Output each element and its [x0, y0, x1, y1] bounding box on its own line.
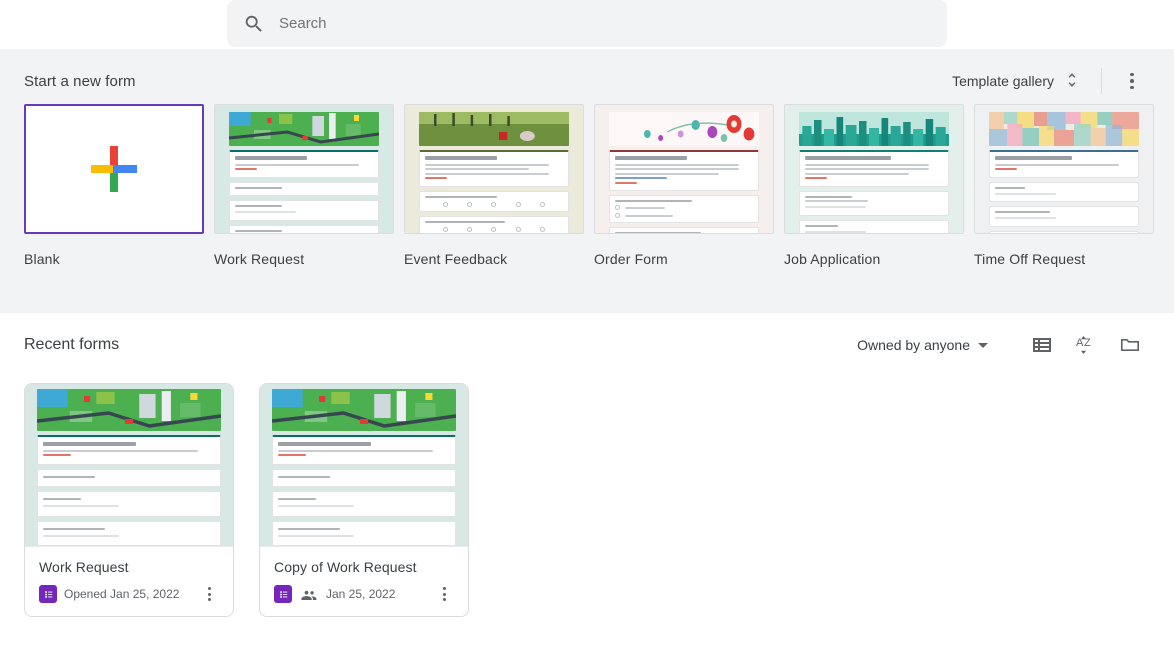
search-icon: [243, 13, 265, 35]
owner-filter-dropdown[interactable]: Owned by anyone: [849, 330, 996, 360]
template-card-job-application[interactable]: Job Application: [784, 104, 964, 267]
recent-forms-region: Recent forms Owned by anyone A Z Work Re…: [0, 313, 1174, 617]
template-card-work-request[interactable]: Work Request: [214, 104, 394, 267]
form-date: Opened Jan 25, 2022: [64, 587, 180, 601]
list-view-icon[interactable]: [1022, 325, 1062, 365]
shared-people-icon: [299, 585, 319, 604]
form-date: Jan 25, 2022: [326, 587, 396, 601]
search-bar[interactable]: [227, 0, 947, 47]
header-divider: [1101, 68, 1102, 94]
city-map-illustration-icon: [37, 389, 221, 431]
form-meta: Jan 25, 2022: [274, 582, 456, 606]
template-card-event-feedback[interactable]: Event Feedback: [404, 104, 584, 267]
city-map-illustration-icon: [272, 389, 456, 431]
form-thumbnail: [25, 384, 233, 546]
template-list: Blank Work Request Event Feedback Order …: [24, 104, 1154, 267]
thumb-title-line: [278, 442, 371, 446]
preview-title-line: [995, 156, 1073, 160]
recent-form-card[interactable]: Work Request Opened Jan 25, 2022: [24, 383, 234, 617]
forms-file-icon: [274, 585, 292, 603]
forms-file-icon: [39, 585, 57, 603]
city-skyline-illustration-icon: [799, 112, 949, 146]
preview-title-line: [235, 156, 307, 160]
form-meta: Opened Jan 25, 2022: [39, 582, 221, 606]
recent-form-card[interactable]: Copy of Work Request Jan 25, 2022: [259, 383, 469, 617]
folder-icon[interactable]: [1110, 325, 1150, 365]
recent-forms-title: Recent forms: [24, 336, 120, 353]
form-thumbnail: [260, 384, 468, 546]
preview-title-line: [425, 156, 497, 160]
city-map-illustration-icon: [229, 112, 379, 146]
form-card-footer: Copy of Work Request Jan 25, 2022: [260, 546, 468, 616]
chevron-down-icon: [978, 342, 988, 348]
template-card-time-off-request[interactable]: Time Off Request: [974, 104, 1154, 267]
plus-icon: [91, 146, 137, 192]
watercolor-mosaic-icon: [989, 112, 1139, 146]
template-thumb-work-request: [214, 104, 394, 234]
template-label: Time Off Request: [974, 251, 1086, 267]
thumb-title-line: [43, 442, 136, 446]
template-card-blank[interactable]: Blank: [24, 104, 204, 267]
template-thumb-event-feedback: [404, 104, 584, 234]
page-title: Start a new form: [24, 72, 136, 90]
template-thumb-time-off-request: [974, 104, 1154, 234]
template-label: Event Feedback: [404, 251, 508, 267]
template-label: Job Application: [784, 251, 881, 267]
search-region: [0, 0, 1174, 49]
form-more-options-icon[interactable]: [432, 582, 456, 606]
owner-filter-label: Owned by anyone: [857, 337, 970, 353]
unfold-more-icon: [1063, 71, 1081, 92]
templates-header-actions: Template gallery: [944, 63, 1150, 99]
form-card-footer: Work Request Opened Jan 25, 2022: [25, 546, 233, 616]
template-card-order-form[interactable]: Order Form: [594, 104, 774, 267]
start-new-form-panel: Start a new form Template gallery Blank …: [0, 49, 1174, 313]
preview-title-line: [615, 156, 687, 160]
template-thumb-job-application: [784, 104, 964, 234]
template-label: Blank: [24, 251, 60, 267]
recent-forms-grid: Work Request Opened Jan 25, 2022 Copy of…: [24, 377, 1150, 617]
preview-title-line: [805, 156, 891, 160]
template-label: Work Request: [214, 251, 305, 267]
recent-forms-header: Recent forms Owned by anyone A Z: [24, 313, 1150, 377]
template-label: Order Form: [594, 251, 668, 267]
templates-header: Start a new form Template gallery: [24, 50, 1150, 98]
template-thumb-blank: [24, 104, 204, 234]
template-gallery-label: Template gallery: [952, 73, 1054, 89]
template-thumb-order-form: [594, 104, 774, 234]
floral-illustration-icon: [609, 112, 759, 146]
form-more-options-icon[interactable]: [197, 582, 221, 606]
sort-az-icon[interactable]: A Z: [1066, 325, 1106, 365]
more-vert-icon[interactable]: [1114, 63, 1150, 99]
template-gallery-button[interactable]: Template gallery: [944, 65, 1087, 98]
recent-forms-tools: Owned by anyone A Z: [849, 325, 1150, 365]
form-name: Copy of Work Request: [274, 559, 417, 575]
search-input[interactable]: [279, 15, 931, 32]
picnic-photo-icon: [419, 112, 569, 146]
form-name: Work Request: [39, 559, 129, 575]
